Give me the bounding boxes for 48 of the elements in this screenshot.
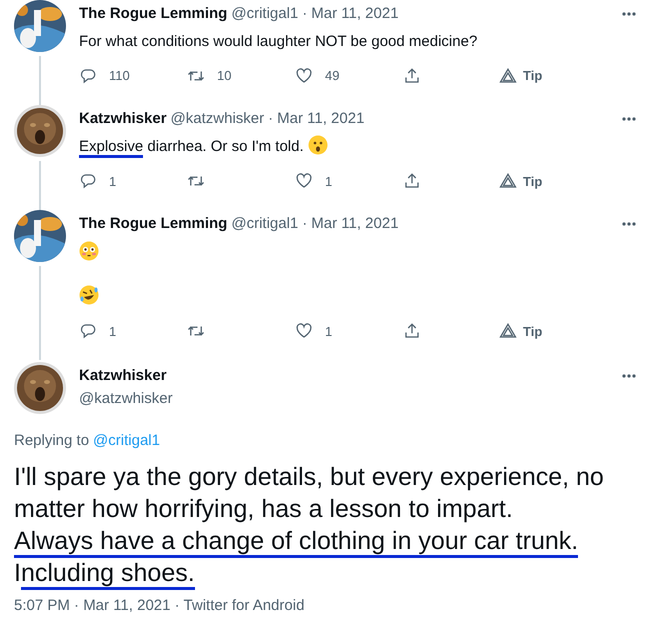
- triangle-icon: [499, 322, 517, 340]
- heart-icon: [295, 322, 313, 340]
- author-name: Katzwhisker: [79, 366, 167, 386]
- tweet-text: I'll spare ya the gory details, but every experience, no matter how horrifying, has a lesson to impart. Always have a change of clothing in your car trunk. Including shoes.: [14, 460, 636, 588]
- tweet-timestamp: 5:07 PM · Mar 11, 2021 · Twitter for Android: [14, 596, 306, 616]
- laughing-emoji-icon: [79, 285, 99, 305]
- flushed-emoji-icon: [79, 240, 99, 260]
- share-icon: [403, 66, 421, 85]
- tweet-date: Mar 11, 2021: [277, 108, 364, 128]
- more-icon[interactable]: [622, 116, 636, 121]
- reply-icon: [79, 322, 97, 340]
- reply-icon: [79, 172, 97, 190]
- tweet-date: Mar 11, 2021: [311, 4, 399, 24]
- heart-icon: [295, 172, 313, 190]
- like-button[interactable]: 1: [295, 322, 403, 341]
- separator-dot: ·: [268, 108, 274, 128]
- separator-dot: ·: [302, 4, 308, 24]
- author-handle: @katzwhisker: [170, 108, 264, 128]
- share-icon: [403, 322, 421, 340]
- share-icon: [403, 172, 421, 190]
- tweet-date: Mar 11, 2021: [311, 214, 399, 234]
- tip-button[interactable]: Tip: [499, 66, 607, 86]
- like-button[interactable]: 1: [295, 172, 403, 191]
- tweet-text: Explosive diarrhea. Or so I'm told.: [79, 135, 636, 158]
- author-name: The Rogue Lemming: [79, 214, 228, 234]
- heart-icon: [295, 66, 313, 85]
- tweet-text: For what conditions would laughter NOT be good medicine?: [79, 32, 478, 52]
- retweet-button[interactable]: 10: [187, 66, 295, 86]
- reply-button[interactable]: 1: [79, 172, 187, 191]
- author-name: Katzwhisker: [79, 108, 167, 128]
- more-icon[interactable]: [622, 222, 636, 226]
- author-handle: @critigal1: [231, 214, 298, 234]
- author-handle: @katzwhisker: [79, 388, 174, 408]
- replying-label: Replying to: [14, 431, 90, 451]
- tip-button[interactable]: Tip: [499, 322, 607, 341]
- author-handle: @critigal1: [231, 4, 298, 24]
- like-button[interactable]: 49: [295, 66, 403, 86]
- triangle-icon: [499, 66, 517, 85]
- author-name: The Rogue Lemming: [79, 4, 228, 24]
- separator-dot: ·: [302, 214, 308, 234]
- tip-button[interactable]: Tip: [499, 172, 607, 191]
- surprised-emoji-icon: [308, 135, 328, 155]
- more-icon[interactable]: [622, 12, 636, 16]
- more-icon[interactable]: [622, 374, 636, 378]
- reply-button[interactable]: 110: [79, 66, 187, 86]
- reply-icon: [79, 66, 97, 85]
- reply-button[interactable]: 1: [79, 322, 187, 341]
- triangle-icon: [499, 172, 517, 190]
